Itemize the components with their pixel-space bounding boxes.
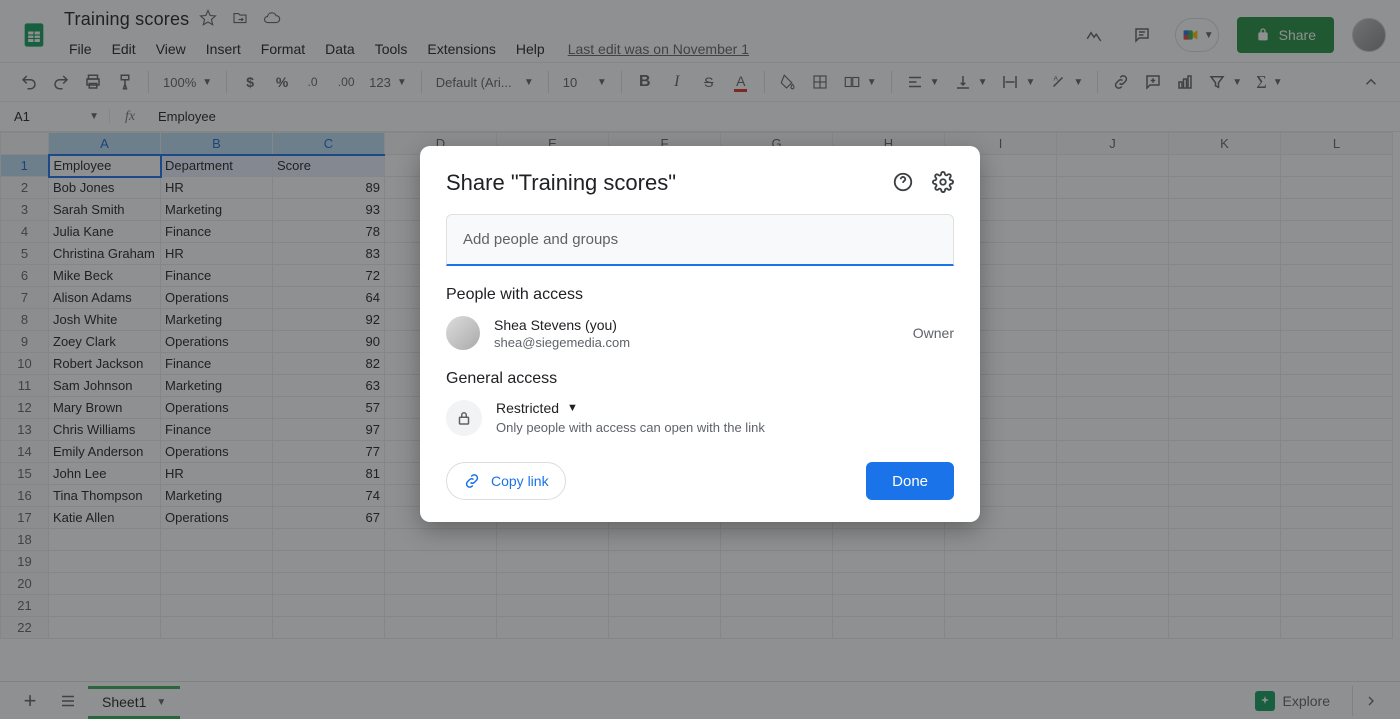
people-with-access-heading: People with access	[446, 286, 954, 304]
copy-link-button[interactable]: Copy link	[446, 462, 566, 500]
lock-icon	[446, 400, 482, 436]
person-email: shea@siegemedia.com	[494, 335, 899, 350]
dialog-title: Share "Training scores"	[446, 170, 676, 196]
person-role: Owner	[913, 325, 954, 341]
done-button[interactable]: Done	[866, 462, 954, 500]
person-name: Shea Stevens (you)	[494, 317, 899, 333]
person-avatar	[446, 316, 480, 350]
modal-overlay: Share "Training scores" Add people and g…	[0, 0, 1400, 719]
access-level-description: Only people with access can open with th…	[496, 420, 765, 435]
access-level-select[interactable]: Restricted▼	[496, 400, 765, 416]
help-icon[interactable]	[892, 171, 914, 196]
person-row: Shea Stevens (you) shea@siegemedia.com O…	[446, 316, 954, 350]
general-access-heading: General access	[446, 370, 954, 388]
settings-icon[interactable]	[932, 171, 954, 196]
add-people-input[interactable]: Add people and groups	[446, 214, 954, 266]
share-dialog: Share "Training scores" Add people and g…	[420, 146, 980, 522]
